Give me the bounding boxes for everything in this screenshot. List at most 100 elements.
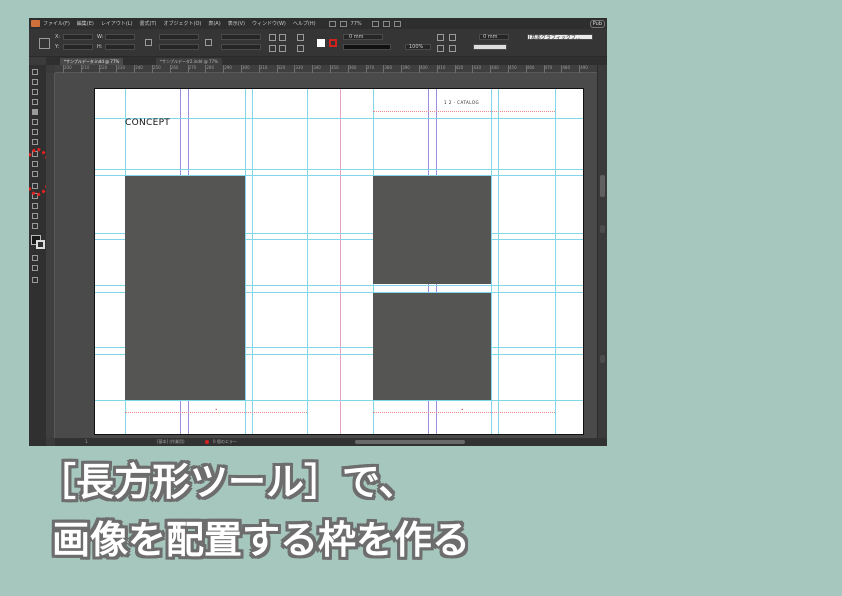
menu-type[interactable]: 書式(T) — [140, 20, 157, 27]
fill-swatch-icon[interactable] — [317, 39, 325, 47]
menu-help[interactable]: ヘルプ(H) — [293, 20, 316, 27]
error-indicator-icon — [205, 440, 209, 444]
ruler-label: 240 — [135, 65, 143, 70]
image-frame-right-bottom[interactable] — [373, 293, 491, 400]
fit-frame-icon[interactable] — [437, 45, 444, 52]
preflight-errors[interactable]: 0 個のエラー — [213, 439, 237, 445]
selection-tool-icon[interactable] — [32, 69, 38, 75]
zoom-level[interactable]: 77% — [351, 21, 362, 27]
menu-file[interactable]: ファイル(F) — [43, 20, 70, 27]
constrain-scale-icon[interactable] — [205, 39, 212, 46]
gradient-tool-icon[interactable] — [32, 203, 38, 209]
caption-line-1: ［長方形ツール］で、 — [38, 460, 417, 504]
control-panel: X: Y: W: H: 0 mm 100% 0 mm [基本グラフィックフ... — [29, 29, 607, 57]
select-container-icon[interactable] — [297, 34, 304, 41]
tab-document-1[interactable]: *サンプルデータ.indd @ 77% — [60, 58, 124, 65]
y-field[interactable] — [63, 44, 93, 50]
ruler-label: 400 — [420, 65, 428, 70]
menu-object[interactable]: オブジェクト(O) — [164, 20, 202, 27]
menu-window[interactable]: ウィンドウ(W) — [252, 20, 286, 27]
panel-icon[interactable] — [600, 355, 605, 363]
screen-mode-icon[interactable] — [371, 20, 379, 27]
page-number[interactable]: 1 — [85, 439, 88, 444]
image-frame-right-top[interactable] — [373, 176, 491, 284]
ruler-label: 410 — [437, 65, 446, 70]
apply-color-icon[interactable] — [32, 265, 38, 271]
preflight-profile[interactable]: [基本] (作業用) — [157, 439, 185, 445]
panel-dock — [597, 65, 607, 446]
stroke-swatch-icon[interactable] — [329, 39, 337, 47]
page-tool-icon[interactable] — [32, 89, 38, 95]
document-spread[interactable]: 1 2 · CATALOG CONCEPT • • — [94, 88, 584, 435]
vertical-ruler[interactable] — [46, 73, 55, 438]
w-field[interactable] — [105, 34, 135, 40]
running-head[interactable]: 1 2 · CATALOG — [444, 100, 479, 105]
constrain-proportions-icon[interactable] — [145, 39, 152, 46]
image-frame-left[interactable] — [125, 176, 245, 400]
type-tool-icon[interactable] — [32, 119, 38, 125]
flip-vertical-icon[interactable] — [279, 45, 286, 52]
horizontal-scrollbar[interactable] — [355, 440, 465, 444]
pen-tool-icon[interactable] — [32, 139, 38, 145]
caption-line-2: 画像を配置する枠を作る — [52, 518, 471, 562]
folio-marker-right: • — [461, 407, 464, 412]
fit-content-icon[interactable] — [449, 45, 456, 52]
screen-mode-tool-icon[interactable] — [32, 277, 38, 283]
ruler-label: 420 — [455, 65, 464, 70]
concept-heading[interactable]: CONCEPT — [125, 118, 170, 128]
reference-point-icon[interactable] — [39, 38, 50, 49]
vertical-scrollbar[interactable] — [600, 175, 605, 197]
ruler-label: 460 — [526, 65, 535, 70]
arrange-documents-icon[interactable] — [382, 20, 390, 27]
wrap-bounding-icon[interactable] — [449, 34, 456, 41]
ruler-label: 300 — [242, 65, 250, 70]
stroke-color-icon[interactable] — [36, 240, 45, 249]
wrap-none-icon[interactable] — [437, 34, 444, 41]
gap-tool-icon[interactable] — [32, 99, 38, 105]
publish-button[interactable]: Pub — [589, 20, 605, 28]
ruler-label: 230 — [117, 65, 126, 70]
ruler-label: 260 — [170, 65, 179, 70]
scale-y-field[interactable] — [159, 44, 199, 50]
ruler-label: 250 — [153, 65, 161, 70]
direct-selection-tool-icon[interactable] — [32, 79, 38, 85]
ruler-label: 280 — [206, 65, 215, 70]
formatting-affects-container-icon[interactable] — [32, 255, 38, 261]
rotate-cw-icon[interactable] — [269, 34, 276, 41]
note-tool-icon[interactable] — [32, 213, 38, 219]
folio-frame-left — [125, 412, 307, 413]
x-label: X: — [55, 34, 61, 40]
indesign-window: ファイル(F) 編集(E) レイアウト(L) 書式(T) オブジェクト(O) 表… — [29, 18, 607, 446]
view-options-icon[interactable] — [339, 20, 347, 27]
menu-view[interactable]: 表示(V) — [228, 20, 245, 27]
spacing-value: 0 mm — [483, 34, 498, 40]
h-field[interactable] — [105, 44, 135, 50]
bridge-icon[interactable] — [328, 20, 336, 27]
panel-icon[interactable] — [600, 225, 605, 233]
hand-tool-icon[interactable] — [32, 223, 38, 229]
pasteboard[interactable]: 1 2 · CATALOG CONCEPT • • — [55, 73, 597, 438]
scale-x-field[interactable] — [159, 34, 199, 40]
menu-edit[interactable]: 編集(E) — [77, 20, 94, 27]
stroke-type-select[interactable] — [343, 44, 391, 50]
horizontal-ruler[interactable]: 200 210 220 230 240 250 260 270 280 290 300 310 320 3… — [55, 65, 597, 73]
rotation-field[interactable] — [221, 34, 261, 40]
guide-v — [491, 89, 492, 434]
ruler-label: 220 — [99, 65, 108, 70]
workspace-icon[interactable] — [393, 20, 401, 27]
fill-color-select[interactable] — [473, 44, 507, 50]
content-collector-icon[interactable] — [32, 109, 38, 115]
shear-field[interactable] — [221, 44, 261, 50]
select-content-icon[interactable] — [297, 45, 304, 52]
line-tool-icon[interactable] — [32, 129, 38, 135]
flip-horizontal-icon[interactable] — [269, 45, 276, 52]
x-field[interactable] — [63, 34, 93, 40]
rotate-ccw-icon[interactable] — [279, 34, 286, 41]
status-bar: 1 [基本] (作業用) 0 個のエラー — [55, 438, 607, 446]
app-logo-icon[interactable] — [31, 20, 40, 27]
tab-document-2[interactable]: *サンプルデータ2.indd @ 77% — [156, 58, 222, 65]
guide-v — [245, 89, 246, 434]
running-head-frame — [373, 111, 555, 112]
menu-layout[interactable]: レイアウト(L) — [101, 20, 133, 27]
menu-table[interactable]: 表(A) — [208, 20, 220, 27]
